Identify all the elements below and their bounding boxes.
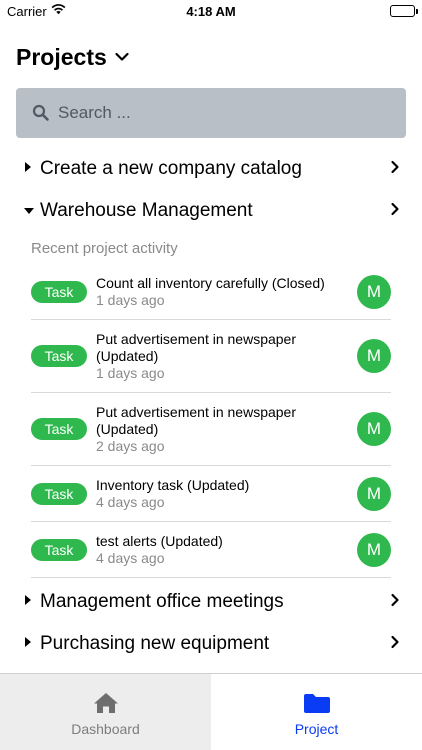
project-name: Management office meetings [40,591,284,612]
activity-list: Task Count all inventory carefully (Clos… [31,264,391,578]
project-name: Create a new company catalog [40,158,302,179]
search-input[interactable]: Search ... [16,88,406,138]
activity-time: 1 days ago [96,365,165,381]
clock-time: 4:18 AM [186,4,236,19]
projects-header[interactable]: Projects [16,40,129,74]
activity-description: Put advertisement in newspaper [96,331,296,347]
activity-description-cont: (Updated) [96,421,159,437]
avatar[interactable]: M [357,339,391,373]
tab-label: Dashboard [71,721,140,737]
project-row-office-meetings[interactable]: Management office meetings [0,581,422,623]
avatar[interactable]: M [357,275,391,309]
collapse-triangle-icon[interactable] [23,202,35,220]
status-bar: Carrier 4:18 AM [0,0,422,24]
activity-time: 4 days ago [96,550,165,566]
project-row-warehouse-management[interactable]: Warehouse Management [0,190,422,232]
activity-description: test alerts (Updated) [96,533,223,549]
project-row-new-equipment[interactable]: Purchasing new equipment [0,623,422,665]
expand-triangle-icon[interactable] [24,160,32,178]
avatar[interactable]: M [357,477,391,511]
activity-description: Inventory task (Updated) [96,477,250,493]
search-icon [32,104,50,122]
task-badge: Task [31,281,87,303]
task-badge: Task [31,483,87,505]
task-badge: Task [31,345,87,367]
battery-icon [390,5,418,17]
activity-time: 4 days ago [96,494,165,510]
home-icon [93,692,119,719]
project-row-company-catalog[interactable]: Create a new company catalog [0,148,422,190]
list-item[interactable]: Task Count all inventory carefully (Clos… [31,264,391,320]
tab-bar: Dashboard Project [0,673,422,750]
recent-activity-label: Recent project activity [31,240,178,257]
tab-project[interactable]: Project [211,674,422,750]
avatar[interactable]: M [357,412,391,446]
search-placeholder: Search ... [58,103,131,122]
tab-label: Project [294,721,339,737]
activity-time: 1 days ago [96,292,165,308]
task-badge: Task [31,539,87,561]
project-name: Purchasing new equipment [40,633,270,654]
chevron-right-icon[interactable] [390,593,400,612]
project-name: Warehouse Management [40,200,253,221]
chevron-right-icon[interactable] [390,635,400,654]
tab-dashboard[interactable]: Dashboard [0,674,211,750]
folder-icon [303,692,331,719]
page-title: Projects [16,43,107,70]
list-item[interactable]: Task Put advertisement in newspaper (Upd… [31,393,391,466]
expand-triangle-icon[interactable] [24,593,32,611]
task-badge: Task [31,418,87,440]
chevron-right-icon[interactable] [390,202,400,221]
avatar[interactable]: M [357,533,391,567]
activity-description: Count all inventory carefully (Closed) [96,275,325,291]
chevron-down-icon[interactable] [115,49,129,67]
expand-triangle-icon[interactable] [24,635,32,653]
list-item[interactable]: Task Put advertisement in newspaper (Upd… [31,320,391,393]
activity-time: 2 days ago [96,438,165,454]
activity-description-cont: (Updated) [96,348,159,364]
activity-description: Put advertisement in newspaper [96,404,296,420]
list-item[interactable]: Task test alerts (Updated) 4 days ago M [31,522,391,578]
list-item[interactable]: Task Inventory task (Updated) 4 days ago… [31,466,391,522]
chevron-right-icon[interactable] [390,160,400,179]
